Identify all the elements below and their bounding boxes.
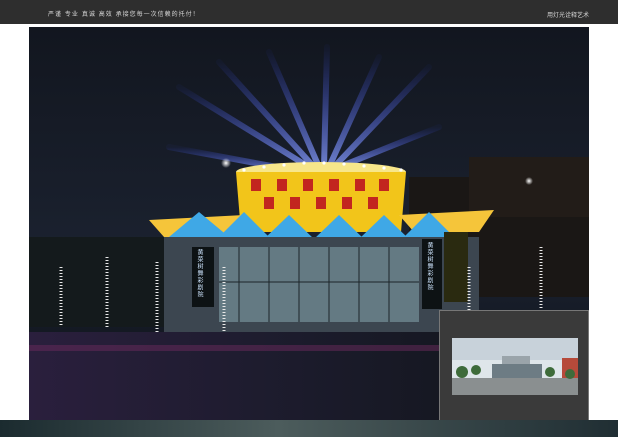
theater-sign-left: 黄菜树舞彩剧院 (196, 249, 203, 298)
header-bar: 严谨 专业 真诚 高效 承接您每一次信赖的托付！ 用灯光诠释艺术 (0, 0, 618, 24)
header-brand: 用灯光诠释艺术 (546, 12, 589, 19)
header-slogan: 严谨 专业 真诚 高效 承接您每一次信赖的托付！ (48, 11, 200, 18)
footer-bar (0, 420, 618, 437)
theater-sign-right: 黄菜树舞彩剧院 (426, 242, 433, 291)
daytime-inset-photo (439, 310, 589, 421)
daytime-scene-illustration (452, 338, 578, 395)
